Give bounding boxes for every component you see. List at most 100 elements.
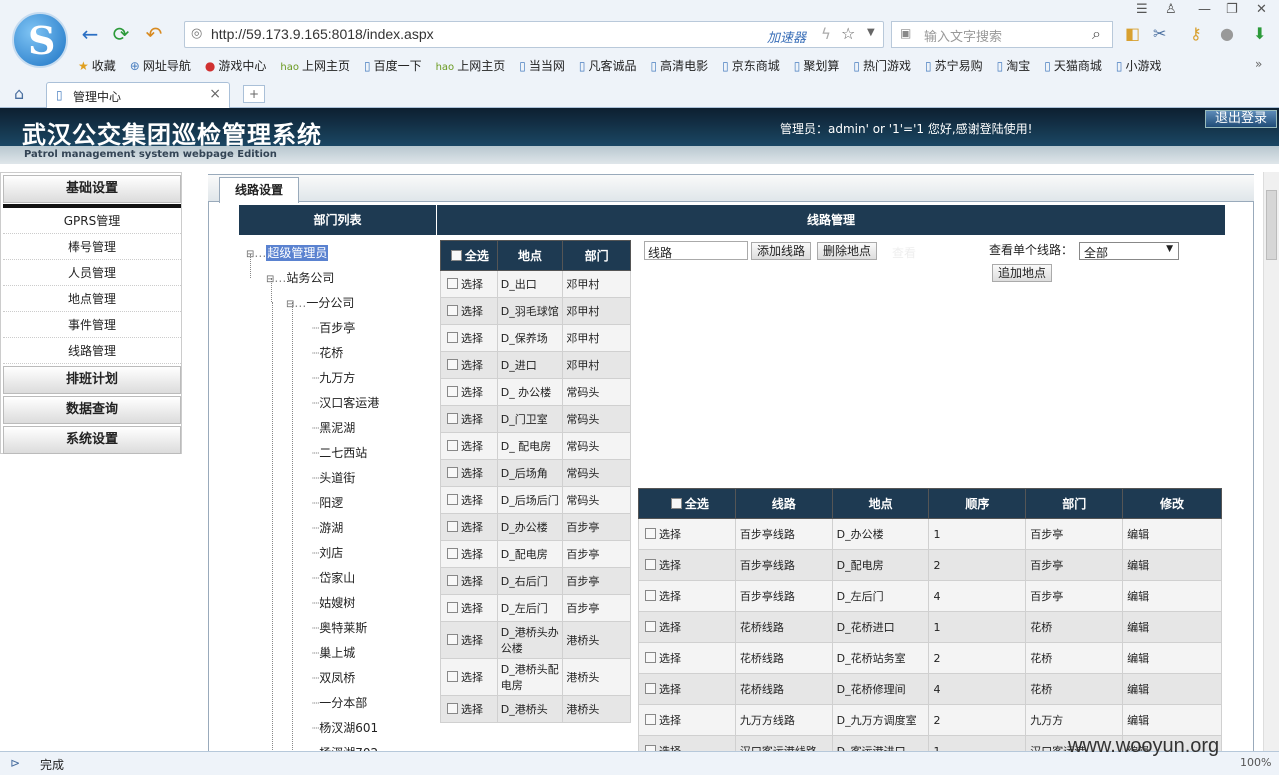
tree-branch-label[interactable]: 一分公司: [306, 296, 354, 310]
row-checkbox[interactable]: [447, 386, 458, 397]
nav-schedule[interactable]: 排班计划: [3, 366, 181, 394]
bookmark-item[interactable]: ▯ 小游戏: [1116, 57, 1162, 74]
scissors-icon[interactable]: ✂: [1153, 24, 1166, 43]
route-select-all[interactable]: 全选: [638, 488, 736, 519]
select-all-checkbox[interactable]: [450, 250, 462, 261]
home-icon[interactable]: ⌂: [14, 84, 24, 103]
row-checkbox[interactable]: [447, 305, 458, 316]
edit-link[interactable]: 编辑: [1122, 642, 1222, 674]
row-select-cell[interactable]: 选择: [638, 580, 736, 612]
tree-leaf[interactable]: ┈阳逻: [312, 494, 343, 511]
nav-item[interactable]: 棒号管理: [3, 234, 181, 260]
tree-leaf[interactable]: ┈九万方: [312, 369, 355, 386]
bookmark-item[interactable]: ▯ 聚划算: [794, 57, 840, 74]
new-tab-button[interactable]: +: [243, 85, 265, 103]
chat-icon[interactable]: ●: [1220, 24, 1234, 43]
row-select-cell[interactable]: 选择: [440, 621, 498, 659]
bookmark-item[interactable]: ▯ 百度一下: [364, 57, 422, 74]
tree-leaf[interactable]: ┈百步亭: [312, 319, 355, 336]
row-checkbox[interactable]: [447, 467, 458, 478]
edit-link[interactable]: 编辑: [1122, 704, 1222, 736]
tree-leaf[interactable]: ┈巢上城: [312, 644, 355, 661]
lightning-icon[interactable]: ϟ: [821, 25, 831, 43]
row-checkbox[interactable]: [645, 590, 656, 601]
tree-leaf[interactable]: ┈花桥: [312, 344, 343, 361]
search-input[interactable]: ▣ 输入文字搜索 ⌕: [891, 21, 1113, 48]
nav-item[interactable]: 人员管理: [3, 260, 181, 286]
row-checkbox[interactable]: [447, 575, 458, 586]
row-checkbox[interactable]: [645, 621, 656, 632]
undo-icon[interactable]: ↶: [142, 22, 166, 46]
maximize-icon[interactable]: ❐: [1226, 2, 1238, 17]
star-icon[interactable]: ☆: [841, 24, 855, 43]
bookmark-item[interactable]: ▯ 京东商城: [722, 57, 780, 74]
browser-tab[interactable]: ▯ 管理中心 ×: [46, 82, 230, 108]
bookmark-item[interactable]: hao 上网主页: [280, 57, 350, 74]
download-icon[interactable]: ⬇: [1253, 24, 1266, 43]
row-select-cell[interactable]: 选择: [440, 297, 498, 325]
edit-link[interactable]: 编辑: [1122, 673, 1222, 705]
tab-close-icon[interactable]: ×: [209, 86, 221, 102]
dropdown-icon[interactable]: ▼: [867, 27, 875, 38]
row-select-cell[interactable]: 选择: [440, 567, 498, 595]
row-select-cell[interactable]: 选择: [638, 518, 736, 550]
tree-node-root[interactable]: ⊟…超级管理员: [246, 244, 329, 261]
nav-data-query[interactable]: 数据查询: [3, 396, 181, 424]
append-point-button[interactable]: 追加地点: [992, 264, 1052, 282]
route-name-input[interactable]: 线路: [644, 241, 748, 260]
row-select-cell[interactable]: 选择: [440, 405, 498, 433]
route-select-all-checkbox[interactable]: [670, 498, 682, 509]
bookmark-item[interactable]: ▯ 热门游戏: [853, 57, 911, 74]
nav-item[interactable]: 地点管理: [3, 286, 181, 312]
row-checkbox[interactable]: [645, 652, 656, 663]
bookmark-item[interactable]: ▯ 淘宝: [997, 57, 1031, 74]
edit-link[interactable]: 编辑: [1122, 549, 1222, 581]
key-icon[interactable]: ⚷: [1190, 24, 1202, 43]
scrollbar-thumb[interactable]: [1266, 190, 1277, 260]
row-checkbox[interactable]: [645, 714, 656, 725]
tree-leaf[interactable]: ┈奥特莱斯: [312, 619, 367, 636]
row-checkbox[interactable]: [447, 332, 458, 343]
row-select-cell[interactable]: 选择: [440, 540, 498, 568]
delete-point-button[interactable]: 删除地点: [817, 242, 877, 260]
row-select-cell[interactable]: 选择: [638, 673, 736, 705]
tree-leaf[interactable]: ┈二七西站: [312, 444, 367, 461]
row-select-cell[interactable]: 选择: [440, 351, 498, 379]
bookmark-item[interactable]: ● 游戏中心: [205, 57, 267, 74]
tree-leaf[interactable]: ┈刘店: [312, 544, 343, 561]
bookmark-item[interactable]: ▯ 苏宁易购: [925, 57, 983, 74]
bookmark-item[interactable]: ▯ 天猫商城: [1044, 57, 1102, 74]
close-icon[interactable]: ✕: [1256, 2, 1267, 17]
row-select-cell[interactable]: 选择: [440, 432, 498, 460]
row-checkbox[interactable]: [645, 683, 656, 694]
tree-leaf[interactable]: ┈姑嫂树: [312, 594, 355, 611]
nav-item[interactable]: 事件管理: [3, 312, 181, 338]
bookmark-item[interactable]: ▯ 凡客诚品: [579, 57, 637, 74]
bookmark-item[interactable]: ▯ 当当网: [519, 57, 565, 74]
row-checkbox[interactable]: [447, 602, 458, 613]
loc-select-all[interactable]: 全选: [440, 240, 498, 271]
row-select-cell[interactable]: 选择: [440, 378, 498, 406]
page-scrollbar[interactable]: [1263, 172, 1279, 752]
row-select-cell[interactable]: 选择: [638, 704, 736, 736]
row-checkbox[interactable]: [645, 528, 656, 539]
tab-route-settings[interactable]: 线路设置: [219, 177, 299, 203]
add-route-button[interactable]: 添加线路: [751, 242, 811, 260]
row-select-cell[interactable]: 选择: [440, 513, 498, 541]
tree-leaf[interactable]: ┈游湖: [312, 519, 343, 536]
bookmark-item[interactable]: ⊕ 网址导航: [130, 57, 191, 74]
tree-leaf[interactable]: ┈汉口客运港: [312, 394, 379, 411]
row-select-cell[interactable]: 选择: [440, 695, 498, 723]
extension-icon[interactable]: ◧: [1125, 24, 1140, 43]
tree-leaf[interactable]: ┈杨汊湖601: [312, 719, 378, 736]
edit-link[interactable]: 编辑: [1122, 611, 1222, 643]
row-checkbox[interactable]: [447, 548, 458, 559]
zoom-level[interactable]: 100%: [1240, 756, 1271, 769]
sidebar-toggle-icon[interactable]: ⊳: [10, 756, 20, 770]
tree-node-company[interactable]: ⊟…站务公司: [266, 269, 334, 286]
address-bar[interactable]: ◎ http://59.173.9.165:8018/index.aspx 加速…: [184, 21, 884, 48]
tree-root-label[interactable]: 超级管理员: [266, 245, 329, 261]
row-select-cell[interactable]: 选择: [440, 324, 498, 352]
minimize-icon[interactable]: —: [1198, 2, 1211, 17]
row-select-cell[interactable]: 选择: [638, 611, 736, 643]
